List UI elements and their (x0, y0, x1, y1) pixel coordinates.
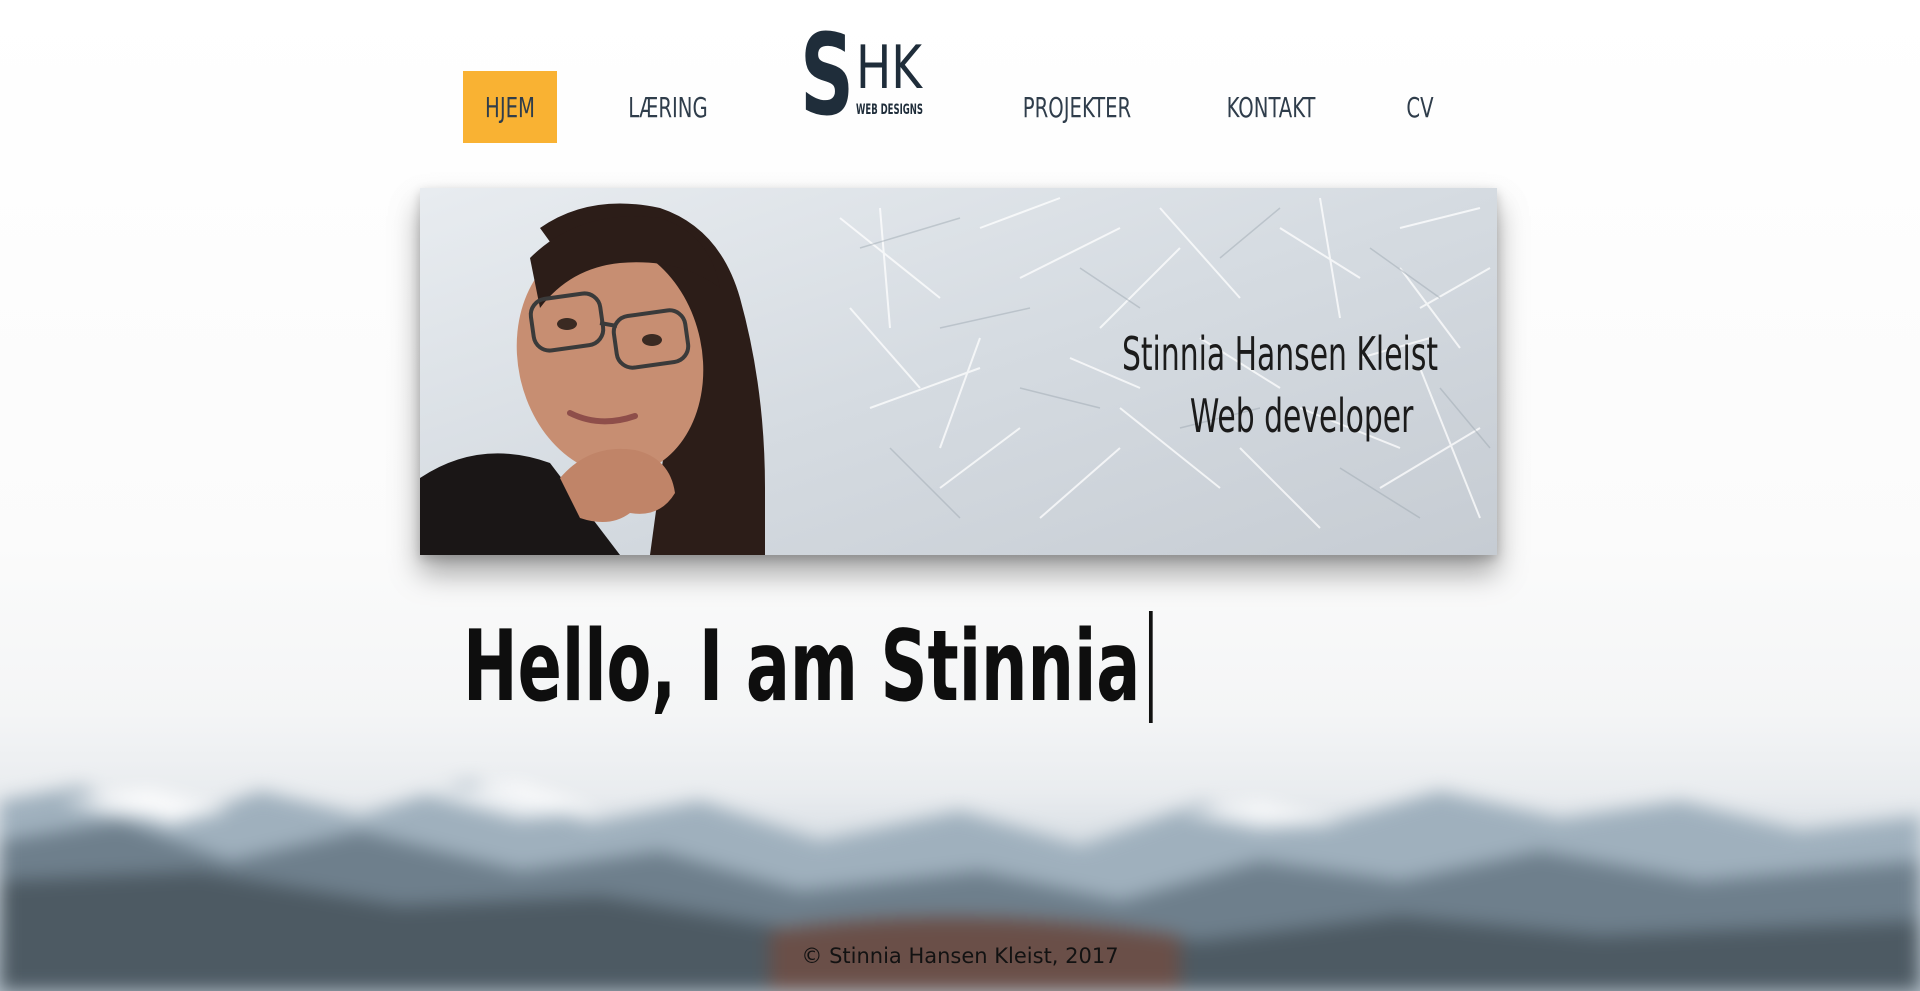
typing-caret (1149, 611, 1153, 723)
logo-subtitle: WEB DESIGNS (856, 102, 923, 118)
nav-item-cv[interactable]: CV (1398, 71, 1442, 143)
hero-heading: Hello, I am Stinnia (463, 610, 1153, 724)
banner-caption: Stinnia Hansen Kleist Web developer (1020, 323, 1497, 447)
hero-heading-text: Hello, I am Stinnia (463, 610, 1141, 724)
logo-letters-hk: HK (856, 33, 923, 103)
logo-letter-s: S (800, 14, 854, 124)
nav-item-kontakt[interactable]: KONTAKT (1223, 71, 1318, 143)
main-nav: HJEM LÆRING S HK WEB DESIGNS PROJEKTER K… (0, 0, 1920, 150)
nav-item-label: HJEM (485, 90, 535, 124)
logo-link[interactable]: S HK WEB DESIGNS (798, 14, 938, 124)
portrait-photo (420, 203, 765, 555)
shk-logo: S HK WEB DESIGNS (800, 14, 923, 124)
footer-copyright: © Stinnia Hansen Kleist, 2017 (801, 944, 1119, 968)
nav-item-projekter[interactable]: PROJEKTER (1022, 71, 1133, 143)
nav-item-hjem[interactable]: HJEM (463, 71, 557, 143)
page: HJEM LÆRING S HK WEB DESIGNS PROJEKTER K… (0, 0, 1920, 991)
hero-banner: Stinnia Hansen Kleist Web developer (420, 188, 1497, 555)
banner-role: Web developer (1189, 389, 1414, 443)
banner-name: Stinnia Hansen Kleist (1121, 327, 1439, 381)
nav-item-laering[interactable]: LÆRING (621, 71, 715, 143)
